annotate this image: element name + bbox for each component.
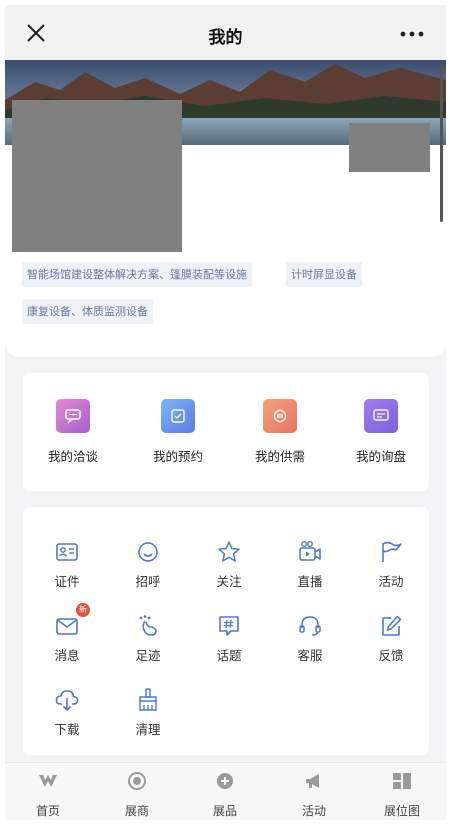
calendar-check-icon — [161, 399, 195, 433]
service-label: 证件 — [54, 574, 80, 589]
tab-label: 展位图 — [383, 804, 420, 818]
service-label: 招呼 — [135, 574, 161, 589]
footprint-icon — [135, 613, 161, 639]
tag-item: 康复设备、体质监测设备 — [22, 299, 153, 324]
app-screen: 我的 智能场馆建设整体解决方案、篷膜装配等设施 计时屏显设备 康复设备、体质监测… — [5, 5, 446, 820]
message-icon — [364, 399, 398, 433]
service-label: 足迹 — [135, 648, 161, 663]
service-messages[interactable]: 新 消息 — [37, 603, 97, 664]
service-activity[interactable]: 活动 — [361, 539, 421, 590]
service-label: 话题 — [216, 648, 242, 663]
smile-icon — [135, 539, 161, 565]
exchange-icon — [263, 399, 297, 433]
service-label: 直播 — [297, 574, 323, 589]
tab-label: 展商 — [124, 804, 149, 818]
services-card: 证件 招呼 关注 直播 活动 新 消息 足迹 话题 客服 反馈 下载 清理 — [23, 507, 429, 755]
tab-floor-map[interactable]: 展位图 — [372, 771, 432, 819]
service-feedback[interactable]: 反馈 — [361, 613, 421, 664]
service-label: 反馈 — [378, 648, 404, 663]
megaphone-icon — [306, 774, 319, 788]
flag-icon — [378, 539, 404, 565]
service-label: 消息 — [54, 648, 80, 663]
tag-item: 计时屏显设备 — [286, 262, 362, 287]
product-icon — [217, 773, 233, 789]
more-options-icon[interactable] — [400, 31, 424, 37]
quick-link-label: 我的预约 — [152, 449, 203, 464]
service-label: 客服 — [297, 648, 323, 663]
star-icon — [216, 539, 242, 565]
cloud-download-icon — [54, 687, 80, 713]
broom-icon — [135, 687, 161, 713]
service-follow[interactable]: 关注 — [199, 539, 259, 590]
tab-products[interactable]: 展品 — [195, 771, 255, 819]
quick-link-appointment[interactable]: 我的预约 — [133, 399, 223, 465]
profile-card: 智能场馆建设整体解决方案、篷膜装配等设施 计时屏显设备 康复设备、体质监测设备 — [5, 60, 446, 357]
quick-link-negotiation[interactable]: 我的洽谈 — [28, 399, 118, 465]
id-card-icon — [54, 539, 80, 565]
tab-activities[interactable]: 活动 — [284, 771, 344, 819]
new-message-badge: 新 — [76, 603, 90, 617]
service-topics[interactable]: 话题 — [199, 613, 259, 664]
live-camera-icon — [297, 539, 323, 565]
envelope-icon: 新 — [54, 603, 90, 639]
tab-exhibitors[interactable]: 展商 — [107, 771, 167, 819]
service-label: 下载 — [54, 722, 80, 737]
tag-item: 智能场馆建设整体解决方案、篷膜装配等设施 — [22, 262, 252, 287]
service-label: 关注 — [216, 574, 242, 589]
service-greeting[interactable]: 招呼 — [118, 539, 178, 590]
chat-icon — [56, 399, 90, 433]
tab-label: 首页 — [35, 804, 60, 818]
edit-icon — [378, 613, 404, 639]
company-logo — [349, 123, 430, 172]
quick-link-label: 我的供需 — [254, 449, 305, 464]
service-cleanup[interactable]: 清理 — [118, 687, 178, 738]
quick-link-label: 我的洽谈 — [47, 449, 98, 464]
service-customer-support[interactable]: 客服 — [280, 613, 340, 664]
service-id-card[interactable]: 证件 — [37, 539, 97, 590]
exhibitor-icon — [128, 772, 146, 790]
bottom-tab-bar: 首页 展商 展品 活动 展位图 — [5, 762, 446, 820]
tab-label: 活动 — [301, 804, 326, 818]
service-live[interactable]: 直播 — [280, 539, 340, 590]
headset-icon — [297, 613, 323, 639]
tab-label: 展品 — [212, 804, 237, 818]
service-label: 活动 — [378, 574, 404, 589]
floor-map-icon — [393, 773, 411, 789]
tab-home[interactable]: 首页 — [18, 771, 78, 819]
my-activity-card: 我的洽谈 我的预约 我的供需 我的询盘 — [23, 373, 429, 491]
service-label: 清理 — [135, 722, 161, 737]
avatar[interactable] — [12, 100, 182, 252]
quick-link-supply-demand[interactable]: 我的供需 — [235, 399, 325, 465]
quick-link-inquiry[interactable]: 我的询盘 — [336, 399, 426, 465]
service-footprints[interactable]: 足迹 — [118, 613, 178, 664]
service-download[interactable]: 下载 — [37, 687, 97, 738]
hashtag-icon — [216, 613, 242, 639]
page-title: 我的 — [208, 28, 243, 48]
title-bar: 我的 — [5, 5, 446, 60]
home-logo-icon — [39, 775, 57, 787]
quick-link-label: 我的询盘 — [355, 449, 406, 464]
scrollbar[interactable] — [440, 64, 443, 222]
